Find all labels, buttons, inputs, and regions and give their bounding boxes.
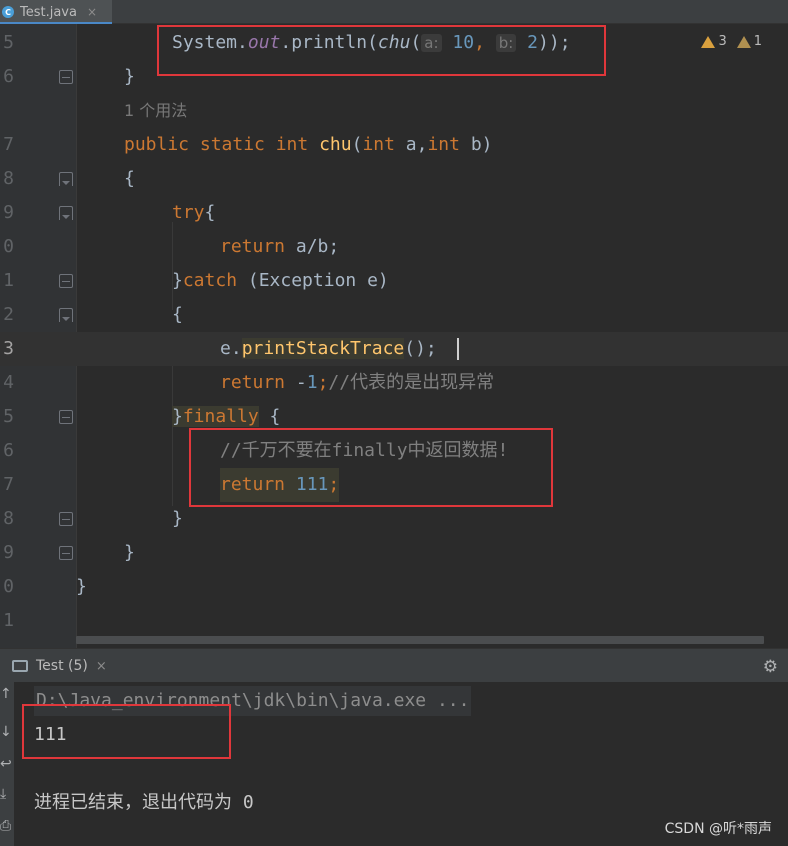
close-run-tab-icon[interactable]: ×	[96, 659, 107, 674]
fold-end-icon[interactable]	[59, 274, 73, 288]
code-text: }	[124, 542, 135, 563]
code-text: e.printStackTrace();	[220, 338, 437, 359]
code-text: return a/b;	[220, 236, 340, 257]
code-line[interactable]: 2 {	[0, 298, 788, 332]
line-number: 5	[3, 406, 14, 427]
run-tool-window-header: Test (5) × ⚙	[0, 648, 788, 682]
code-line[interactable]: 1	[0, 604, 788, 638]
code-line[interactable]: 1 }catch (Exception e)	[0, 264, 788, 298]
code-text: {	[172, 304, 183, 325]
fold-start-icon[interactable]	[59, 206, 73, 220]
line-number: 4	[3, 372, 14, 393]
fold-start-icon[interactable]	[59, 172, 73, 186]
line-number: 8	[3, 508, 14, 529]
text-caret	[457, 338, 459, 360]
line-number: 9	[3, 542, 14, 563]
code-text: public static int chu(int a,int b)	[124, 134, 493, 155]
arrow-up-icon[interactable]: ↑	[0, 686, 12, 702]
line-number: 0	[3, 576, 14, 597]
code-text: }catch (Exception e)	[172, 270, 389, 291]
console-icon	[12, 660, 28, 672]
gear-icon[interactable]: ⚙	[763, 657, 778, 677]
line-number: 8	[3, 168, 14, 189]
close-tab-icon[interactable]: ×	[87, 5, 97, 19]
run-tab-test[interactable]: Test (5) ×	[0, 649, 120, 683]
line-number: 2	[3, 304, 14, 325]
annotation-box-output	[22, 704, 231, 759]
watermark: CSDN @听*雨声	[664, 821, 772, 837]
code-line[interactable]: 7 public static int chu(int a,int b)	[0, 128, 788, 162]
line-number: 6	[3, 66, 14, 87]
code-text: }	[172, 508, 183, 529]
line-number: 0	[3, 236, 14, 257]
fold-end-icon[interactable]	[59, 512, 73, 526]
line-number: 1	[3, 610, 14, 631]
file-tab-test-java[interactable]: C Test.java ×	[0, 0, 112, 25]
arrow-down-icon[interactable]: ↓	[0, 724, 12, 740]
soft-wrap-icon[interactable]: ↩	[0, 756, 12, 772]
fold-end-icon[interactable]	[59, 546, 73, 560]
code-text: }	[76, 576, 87, 597]
code-line[interactable]: 0 }	[0, 570, 788, 604]
scroll-to-end-icon[interactable]: ⤓	[0, 786, 12, 802]
code-text: return -1;//代表的是出现异常	[220, 372, 495, 393]
java-class-icon: C	[2, 6, 14, 18]
horizontal-scrollbar[interactable]	[76, 636, 764, 644]
print-icon[interactable]: ⎙	[0, 818, 12, 834]
annotation-box-println	[157, 25, 606, 76]
line-number: 7	[3, 134, 14, 155]
line-number: 9	[3, 202, 14, 223]
usages-hint[interactable]: 1 个用法	[124, 94, 187, 128]
code-line[interactable]: 0 return a/b;	[0, 230, 788, 264]
code-text: {	[124, 168, 135, 189]
editor-tab-bar: C Test.java ×	[0, 0, 788, 25]
code-editor[interactable]: 3 1 5 System.out.println(chu(a: 10, b: 2…	[0, 24, 788, 648]
code-text: }	[124, 66, 135, 87]
code-line[interactable]: 9 try{	[0, 196, 788, 230]
code-line[interactable]: 4 return -1;//代表的是出现异常	[0, 366, 788, 400]
line-number: 3	[3, 338, 14, 359]
fold-end-icon[interactable]	[59, 70, 73, 84]
code-line-current[interactable]: 3 e.printStackTrace();	[0, 332, 788, 366]
run-console[interactable]: ↑ ↓ ↩ ⤓ ⎙ D:\Java_environment\jdk\bin\ja…	[0, 682, 788, 846]
line-number: 6	[3, 440, 14, 461]
fold-start-icon[interactable]	[59, 308, 73, 322]
usage-hint-line: 1 个用法	[0, 94, 788, 128]
file-tab-label: Test.java	[20, 4, 77, 20]
code-line[interactable]: 8 {	[0, 162, 788, 196]
run-tab-label: Test (5)	[36, 658, 88, 674]
console-exit-message: 进程已结束，退出代码为 0	[34, 792, 254, 813]
annotation-box-finally	[189, 428, 553, 507]
line-number: 5	[3, 32, 14, 53]
fold-end-icon[interactable]	[59, 410, 73, 424]
code-line[interactable]: 9 }	[0, 536, 788, 570]
line-number: 1	[3, 270, 14, 291]
code-line[interactable]: 8 }	[0, 502, 788, 536]
line-number: 7	[3, 474, 14, 495]
code-text: try{	[172, 202, 216, 223]
console-toolbar: ↑ ↓ ↩ ⤓ ⎙	[0, 682, 14, 846]
